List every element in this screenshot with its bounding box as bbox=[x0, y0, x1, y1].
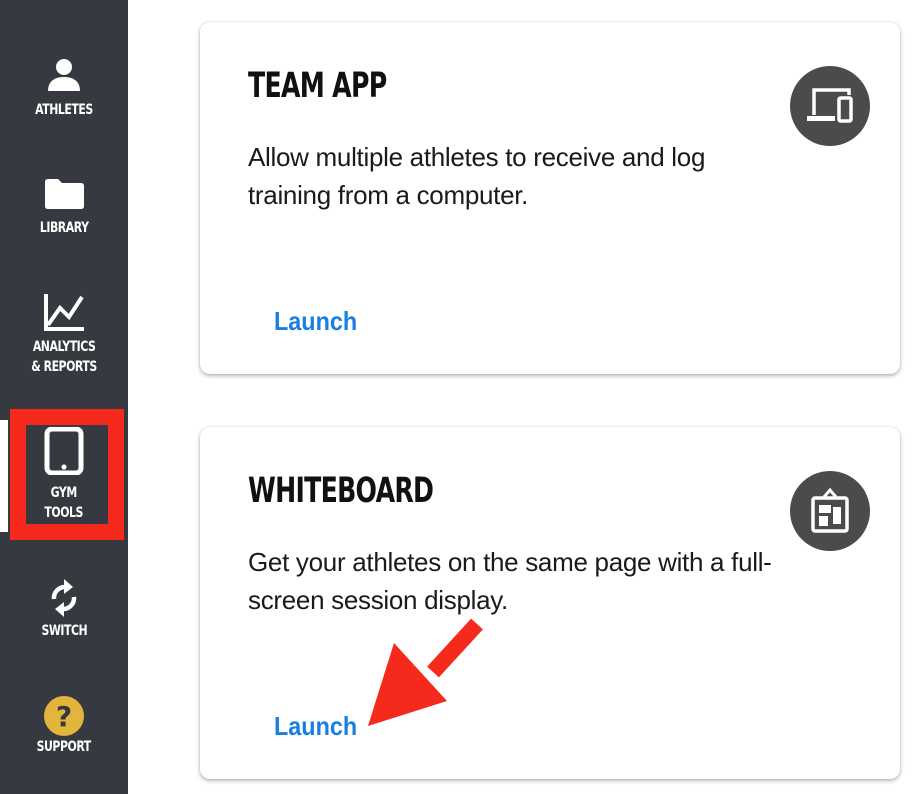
sidebar-item-library[interactable]: LIBRARY bbox=[0, 178, 128, 238]
svg-text:?: ? bbox=[56, 700, 72, 733]
underlying-panel-edge bbox=[0, 420, 8, 532]
sidebar-item-label: SUPPORT bbox=[36, 739, 92, 755]
whiteboard-icon bbox=[790, 471, 870, 551]
sidebar-item-label: ANALYTICS bbox=[32, 339, 96, 355]
sidebar-item-analytics-reports[interactable]: ANALYTICS & REPORTS bbox=[0, 293, 128, 377]
sidebar-item-label: & REPORTS bbox=[31, 359, 97, 375]
whiteboard-launch-link[interactable]: Launch bbox=[274, 711, 357, 742]
devices-icon bbox=[790, 66, 870, 146]
sidebar-item-gym-tools[interactable]: GYM TOOLS bbox=[0, 427, 128, 523]
help-circle-icon: ? bbox=[44, 696, 84, 736]
card-description: Allow multiple athletes to receive and l… bbox=[248, 142, 706, 210]
card-title: TEAM APP bbox=[248, 66, 387, 106]
sidebar-item-label: LIBRARY bbox=[39, 220, 89, 236]
sidebar-item-label: ATHLETES bbox=[35, 102, 93, 118]
person-icon bbox=[48, 59, 80, 91]
team-app-card: TEAM APP Allow multiple athletes to rece… bbox=[200, 22, 900, 374]
team-app-launch-link[interactable]: Launch bbox=[274, 306, 357, 337]
whiteboard-card: WHITEBOARD Get your athletes on the same… bbox=[200, 427, 900, 779]
line-chart-icon bbox=[44, 294, 84, 331]
sidebar-item-support[interactable]: ? SUPPORT bbox=[0, 695, 128, 757]
tablet-icon bbox=[44, 427, 84, 475]
sidebar-item-label: SWITCH bbox=[41, 623, 87, 639]
sidebar-item-switch[interactable]: SWITCH bbox=[0, 577, 128, 641]
sidebar-item-label: GYM bbox=[50, 485, 78, 501]
card-description: Get your athletes on the same page with … bbox=[248, 547, 772, 615]
sidebar-nav: ATHLETES LIBRARY ANALYTICS & REPORTS GYM… bbox=[0, 0, 128, 794]
card-title: WHITEBOARD bbox=[248, 471, 434, 511]
sidebar-item-label: TOOLS bbox=[44, 505, 84, 521]
folder-icon bbox=[45, 179, 84, 209]
refresh-icon bbox=[51, 579, 77, 617]
sidebar-item-athletes[interactable]: ATHLETES bbox=[0, 58, 128, 120]
